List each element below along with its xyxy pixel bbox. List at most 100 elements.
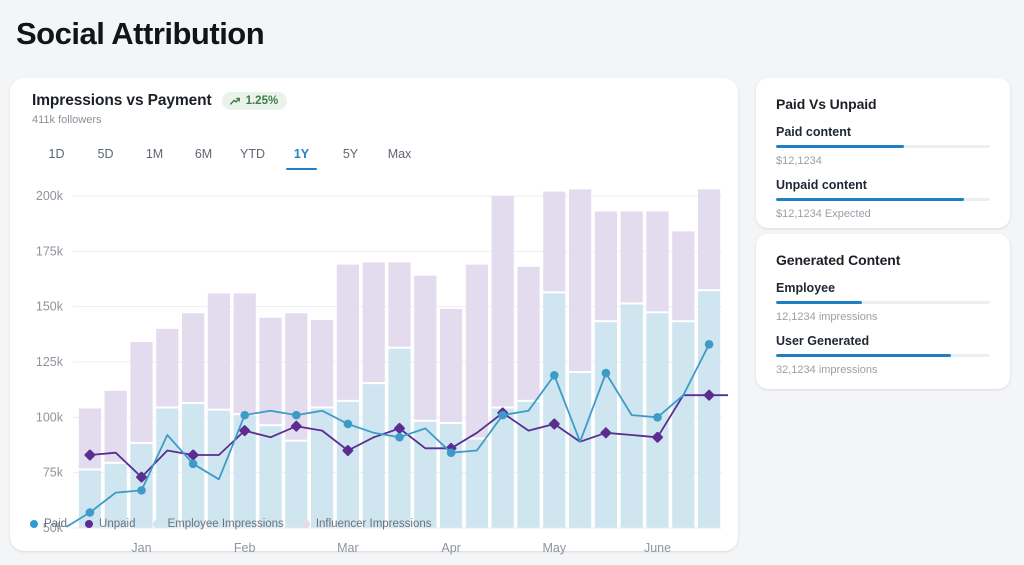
bar-influencer [595,211,617,320]
bar-influencer [698,189,720,289]
generated-content-card: Generated Content Employee12,1234 impres… [756,234,1010,389]
bar-influencer [208,293,230,408]
generated-card-title: Generated Content [776,252,990,268]
bar-influencer [466,265,488,438]
progress-track [776,301,990,304]
legend-label: Influencer Impressions [316,518,432,530]
impressions-chart-card: Impressions vs Payment 1.25% 411k follow… [10,78,738,551]
metric-value: 32,1234 impressions [776,364,990,376]
paid-marker [344,420,353,429]
bar-influencer [182,313,204,402]
paid-marker [447,448,456,457]
bar-influencer [543,192,565,292]
legend-label: Employee Impressions [167,518,283,530]
progress-fill [776,198,964,201]
range-tabs[interactable]: 1D5D1M6MYTD1Y5YMax [32,142,424,170]
legend-swatch-icon [302,520,310,528]
x-axis-label: Apr [441,541,460,555]
bar-influencer [156,329,178,407]
bar-influencer [440,309,462,422]
tab-max[interactable]: Max [375,142,424,170]
generated-metric-list: Employee12,1234 impressions User Generate… [776,281,990,376]
tab-1d[interactable]: 1D [32,142,81,170]
bar-employee [156,408,178,528]
metric-label: User Generated [776,334,990,348]
paid-vs-unpaid-card: Paid Vs Unpaid Paid content$12,1234Unpai… [756,78,1010,228]
chart-header: Impressions vs Payment 1.25% 411k follow… [32,92,287,126]
bar-influencer [130,342,152,442]
tab-5d[interactable]: 5D [81,142,130,170]
bar-influencer [388,262,410,346]
bar-employee [363,384,385,528]
bar-employee [466,439,488,528]
bar-employee [208,411,230,528]
y-axis-label: 150k [36,300,64,314]
metric-label: Paid content [776,125,990,139]
bar-influencer [672,231,694,320]
metric-row: User Generated 32,1234 impressions [776,334,990,376]
legend-item[interactable]: Unpaid [85,518,135,530]
bar-influencer [621,211,643,302]
progress-track [776,145,990,148]
paid-marker [705,340,714,349]
bar-employee [698,291,720,528]
paid-marker [602,369,611,378]
legend-item[interactable]: Influencer Impressions [302,518,432,530]
y-axis-label: 75k [43,466,64,480]
paid-metric-list: Paid content$12,1234 Unpaid content $12,12… [776,125,990,220]
legend-item[interactable]: Paid [30,518,67,530]
paid-marker [240,411,249,420]
x-axis-label: June [644,541,671,555]
paid-marker [292,411,301,420]
metric-value: 12,1234 impressions [776,311,990,323]
tab-5y[interactable]: 5Y [326,142,375,170]
status-badge: 1.25% [222,92,288,110]
progress-track [776,198,990,201]
metric-row: Employee12,1234 impressions [776,281,990,323]
x-axis-label: May [542,541,566,555]
bar-employee [569,373,591,528]
chart-plot-area: 50k75k100k125k150k175k200kJanFebMarAprMa… [10,178,738,565]
legend-label: Unpaid [99,518,135,530]
bar-influencer [234,293,256,413]
paid-marker [498,411,507,420]
chart-svg: 50k75k100k125k150k175k200kJanFebMarAprMa… [10,178,738,565]
chart-title: Impressions vs Payment [32,92,212,110]
tab-1y[interactable]: 1Y [277,142,326,170]
paid-marker [653,413,662,422]
bar-influencer [259,318,281,424]
y-axis-label: 100k [36,410,64,424]
tab-6m[interactable]: 6M [179,142,228,170]
metric-value: $12,1234 Expected [776,208,990,220]
bar-employee [130,444,152,528]
bar-influencer [285,313,307,439]
y-axis-label: 175k [36,244,64,258]
paid-marker [86,508,95,517]
bar-employee [672,322,694,528]
bar-influencer [363,262,385,382]
legend-item[interactable]: Employee Impressions [153,518,283,530]
paid-marker [137,486,146,495]
bar-employee [517,402,539,528]
chart-subtitle: 411k followers [32,114,287,126]
legend-swatch-icon [85,520,93,528]
bar-influencer [414,276,436,420]
trending-up-icon [229,95,241,107]
paid-marker [189,460,198,469]
metric-label: Unpaid content [776,178,990,192]
bar-employee [414,422,436,528]
bar-influencer [311,320,333,407]
bar-employee [595,322,617,528]
paid-marker [550,371,559,380]
bar-employee [285,442,307,528]
bar-influencer [517,267,539,400]
app-root: Social Attribution Impressions vs Paymen… [0,0,1024,565]
tab-ytd[interactable]: YTD [228,142,277,170]
tab-1m[interactable]: 1M [130,142,179,170]
x-axis-label: Mar [337,541,359,555]
bar-employee [259,426,281,528]
metric-row: Paid content$12,1234 [776,125,990,167]
progress-fill [776,145,904,148]
legend-swatch-icon [30,520,38,528]
progress-fill [776,301,862,304]
